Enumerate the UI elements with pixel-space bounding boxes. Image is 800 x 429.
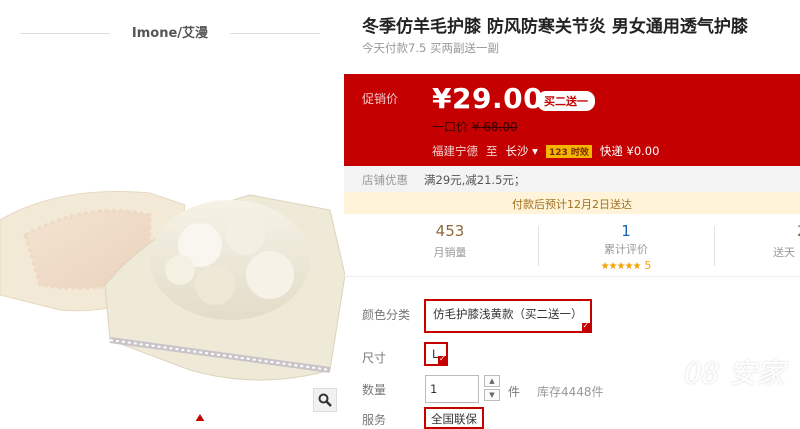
reviews-label: 累计评价 [604,243,648,256]
timely-badge: 123 时效 [545,144,592,158]
shop-promo-text: 满29元,减21.5元； [424,173,526,187]
product-title: 冬季仿羊毛护膝 防风防寒关节炎 男女通用透气护膝 [362,17,748,37]
color-option-selected[interactable]: 仿毛护膝浅黄款（买二送一） [424,299,592,333]
selected-check-icon [438,354,448,366]
quantity-unit: 件 [508,385,521,399]
monthly-sales-label: 月销量 [433,246,467,259]
product-gallery: Imone/艾漫 [0,0,345,421]
site-watermark: 08 安家 [620,330,800,420]
shipping-fee: 快递 ¥0.00 [599,144,660,158]
quantity-input[interactable]: 1 [425,375,479,403]
size-label: 尺寸 [362,351,387,365]
third-stat-value: 2 [745,222,800,240]
product-subtitle: 今天付款7.5 买两副送一副 [362,41,499,55]
size-option-selected[interactable]: L [424,342,448,366]
star-rating-icon: ★★★★★ [600,261,642,272]
service-option-selected[interactable]: 全国联保 [424,407,484,429]
original-price-label: 一口价 [432,120,469,134]
thumbnail-pointer-icon [195,414,205,421]
quantity-label: 数量 [362,383,387,397]
zoom-button[interactable] [313,388,337,412]
selected-check-icon [581,321,592,333]
original-price: 一口价 ¥ 68.00 [432,118,518,135]
ship-city: 长沙 [505,144,529,158]
promo-price: ¥29.00 [432,82,543,115]
color-option-text: 仿毛护膝浅黄款（买二送一） [433,307,583,321]
original-price-value: ¥ 68.00 [471,120,518,134]
ship-to-word: 至 [486,144,498,158]
delivery-estimate-text: 付款后预计12月2日送达 [512,198,632,211]
chevron-down-icon: ▾ [532,144,538,158]
monthly-sales-stat: 453 月销量 [390,222,510,260]
promo-badge[interactable]: 买二送一 [537,91,595,111]
quantity-increase-button[interactable]: ▲ [484,375,500,387]
quantity-decrease-button[interactable]: ▼ [484,389,500,401]
third-stat: 2 送天 [745,222,800,260]
service-label: 服务 [362,413,387,427]
ship-destination-select[interactable]: 长沙 ▾ [506,143,538,159]
stock-count: 库存4448件 [537,385,604,399]
brand-divider-left [20,33,110,34]
ship-from: 福建宁德 [432,144,478,158]
color-label: 颜色分类 [362,308,411,322]
shipping-row: 福建宁德 至 长沙 ▾ 123 时效 快递 ¥0.00 [432,143,659,159]
reviews-stat[interactable]: 1 累计评价 ★★★★★ 5 [566,222,686,272]
promo-price-label: 促销价 [362,92,399,106]
reviews-value[interactable]: 1 [566,222,686,240]
rating-row: ★★★★★ 5 [566,258,686,272]
magnifier-icon [318,393,332,407]
watermark-text: 08 安家 [684,357,785,390]
currency-symbol: ¥ [432,82,452,115]
brand-name[interactable]: Imone/艾漫 [110,22,230,41]
shop-promo-label: 店铺优惠 [362,173,408,187]
rating-count: 5 [644,259,652,272]
price-value: 29.00 [451,82,544,115]
house-logo-icon [621,341,679,399]
monthly-sales-value: 453 [435,222,465,240]
product-image[interactable] [0,165,345,390]
shop-promo-row [344,166,800,193]
stats-divider [538,226,539,266]
service-option-text: 全国联保 [431,412,477,426]
brand-divider-right [230,33,320,34]
third-stat-label: 送天 [773,246,795,259]
stats-divider [714,226,715,266]
